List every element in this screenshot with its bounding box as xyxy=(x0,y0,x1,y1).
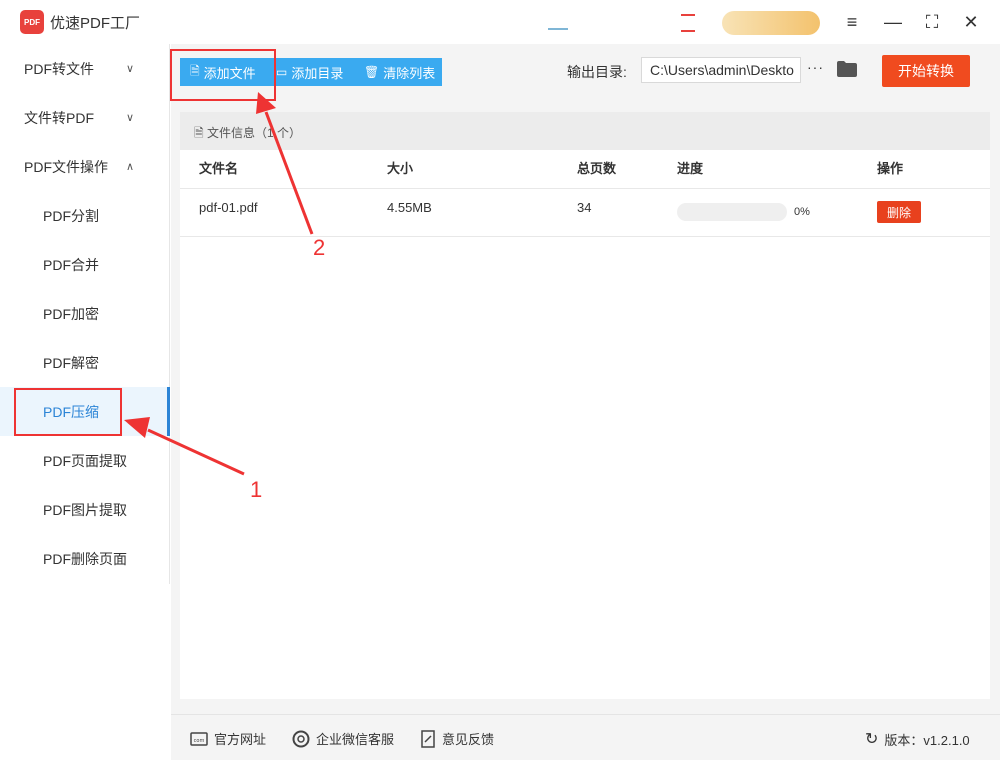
more-options-button[interactable]: ··· xyxy=(807,59,824,75)
sidebar: PDF转文件 ∨ 文件转PDF ∨ PDF文件操作 ∧ PDF分割 PDF合并 … xyxy=(0,44,170,584)
clear-list-button[interactable]: 🗑 清除列表 xyxy=(356,58,442,86)
titlebar-decoration-icon xyxy=(548,16,568,30)
annotation-number-1: 1 xyxy=(250,477,263,502)
website-icon: com xyxy=(190,731,208,746)
chevron-up-icon: ∧ xyxy=(126,161,135,173)
menu-icon[interactable]: ≡ xyxy=(839,9,865,35)
vip-badge[interactable] xyxy=(722,11,820,35)
svg-text:com: com xyxy=(194,738,205,744)
sidebar-item-pdf-merge[interactable]: PDF合并 xyxy=(0,240,170,289)
cell-file-name: pdf-01.pdf xyxy=(199,200,258,215)
add-folder-button[interactable]: ▭ 添加目录 xyxy=(270,58,356,86)
sidebar-item-label: PDF分割 xyxy=(43,207,99,224)
column-header-pages: 总页数 xyxy=(577,161,617,176)
website-label: 官方网址 xyxy=(214,732,267,747)
feedback-link[interactable]: 意见反馈 xyxy=(420,729,494,748)
progress-percent: 0% xyxy=(794,206,810,218)
wechat-support-label: 企业微信客服 xyxy=(316,732,395,747)
sidebar-item-pdf-delete-pages[interactable]: PDF删除页面 xyxy=(0,534,170,583)
chevron-down-icon: ∨ xyxy=(126,112,135,124)
file-list-panel: 🗎 文件信息（1 个） 文件名 大小 总页数 进度 操作 pdf-01.pdf … xyxy=(180,112,990,699)
output-dir-label: 输出目录: xyxy=(567,64,627,80)
cell-file-size: 4.55MB xyxy=(387,200,432,215)
column-header-action: 操作 xyxy=(877,161,904,176)
wechat-support-link[interactable]: 企业微信客服 xyxy=(292,729,394,748)
document-icon: 🗎 xyxy=(194,126,204,140)
sidebar-item-pdf-decrypt[interactable]: PDF解密 xyxy=(0,338,170,387)
app-logo-icon: PDF xyxy=(20,10,44,34)
sidebar-item-label: PDF解密 xyxy=(43,354,99,371)
chevron-down-icon: ∨ xyxy=(126,63,135,75)
annotation-number-2: 2 xyxy=(313,235,326,260)
cell-page-count: 34 xyxy=(577,200,592,215)
highlight-box-pdf-compress xyxy=(14,388,122,436)
nav-group-file-to-pdf[interactable]: 文件转PDF ∨ xyxy=(0,93,170,142)
chat-icon xyxy=(292,730,310,747)
sidebar-item-label: PDF图片提取 xyxy=(43,501,127,518)
close-icon[interactable]: ✕ xyxy=(958,9,984,35)
file-info-header: 🗎 文件信息（1 个） xyxy=(180,112,990,150)
file-info-count: 文件信息（1 个） xyxy=(207,126,302,140)
divider xyxy=(180,236,990,237)
minimize-icon[interactable]: — xyxy=(880,9,906,35)
progress-bar xyxy=(677,203,787,221)
divider xyxy=(180,188,990,189)
clear-list-label: 清除列表 xyxy=(383,65,436,81)
folder-outline-icon: ▭ xyxy=(276,65,288,79)
delete-row-button[interactable]: 删除 xyxy=(877,201,921,223)
column-header-name: 文件名 xyxy=(199,161,239,176)
version-info: ↻ 版本：v1.2.1.0 xyxy=(865,729,970,749)
sidebar-item-pdf-page-extract[interactable]: PDF页面提取 xyxy=(0,436,170,485)
main-area: 🗎 添加文件 ▭ 添加目录 🗑 清除列表 输出目录: C:\Users\admi… xyxy=(171,44,1000,714)
highlight-box-add-file xyxy=(170,49,276,101)
app-title: 优速PDF工厂 xyxy=(50,15,141,32)
start-convert-button[interactable]: 开始转换 xyxy=(882,55,970,87)
nav-group-label: PDF转文件 xyxy=(24,60,94,77)
column-header-size: 大小 xyxy=(387,161,414,176)
title-bar: PDF 优速PDF工厂 ≡ — ⛶ ✕ xyxy=(0,0,1000,44)
sidebar-item-pdf-encrypt[interactable]: PDF加密 xyxy=(0,289,170,338)
sidebar-item-label: PDF合并 xyxy=(43,256,99,273)
add-folder-label: 添加目录 xyxy=(291,65,344,81)
sidebar-item-pdf-image-extract[interactable]: PDF图片提取 xyxy=(0,485,170,534)
feedback-icon xyxy=(421,729,435,748)
nav-group-pdf-to-file[interactable]: PDF转文件 ∨ xyxy=(0,44,170,93)
titlebar-flag-icon xyxy=(681,14,695,32)
sidebar-item-label: PDF加密 xyxy=(43,305,99,322)
folder-icon[interactable] xyxy=(837,61,857,77)
refresh-icon: ↻ xyxy=(865,731,879,748)
maximize-icon[interactable]: ⛶ xyxy=(919,9,945,35)
sidebar-item-label: PDF删除页面 xyxy=(43,550,127,567)
feedback-label: 意见反馈 xyxy=(442,732,495,747)
nav-group-label: PDF文件操作 xyxy=(24,158,108,175)
website-link[interactable]: com 官方网址 xyxy=(190,729,266,748)
nav-group-pdf-operations[interactable]: PDF文件操作 ∧ xyxy=(0,142,170,191)
footer: com 官方网址 企业微信客服 意见反馈 ↻ 版本：v1.2.1.0 xyxy=(171,714,1000,760)
sidebar-item-pdf-split[interactable]: PDF分割 xyxy=(0,191,170,240)
output-dir-input[interactable]: C:\Users\admin\Deskto xyxy=(641,57,801,83)
nav-group-label: 文件转PDF xyxy=(24,109,94,126)
trash-icon: 🗑 xyxy=(364,65,380,79)
sidebar-item-label: PDF页面提取 xyxy=(43,452,127,469)
version-label: 版本：v1.2.1.0 xyxy=(884,732,970,748)
column-header-progress: 进度 xyxy=(677,161,704,176)
